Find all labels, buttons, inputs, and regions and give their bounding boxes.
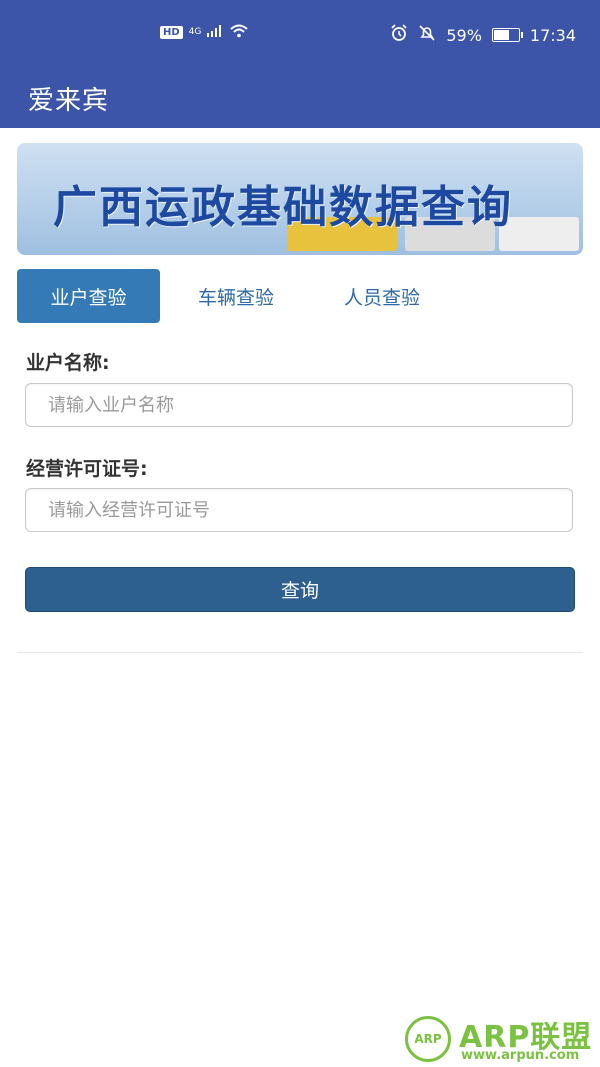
status-right: 59% 17:34 [390,24,576,46]
alarm-icon [390,24,408,46]
owner-name-label: 业户名称: [26,352,110,374]
license-number-label: 经营许可证号: [26,458,148,480]
banner-title: 广西运政基础数据查询 [53,182,513,233]
wifi-icon [229,24,249,41]
tab-personnel-check[interactable]: 人员查验 [313,269,451,323]
banner-image: 广西运政基础数据查询 [17,143,583,255]
query-button[interactable]: 查询 [25,567,575,612]
app-bar: 爱来宾 [0,70,600,128]
tab-vehicle-check[interactable]: 车辆查验 [167,269,305,323]
battery-icon [491,28,523,42]
watermark-badge: ARP [405,1016,451,1062]
status-bar: HD 4G 59% 17:34 [0,0,600,70]
mute-bell-icon [418,24,436,46]
hd-badge: HD [160,26,183,39]
watermark-logo: ARP ARP联盟 www.arpun.com [405,1012,597,1064]
status-left: HD 4G [160,24,249,41]
license-number-input[interactable] [25,488,573,532]
watermark-url: www.arpun.com [461,1048,580,1063]
clock: 17:34 [529,25,576,45]
divider [17,652,583,653]
signal-icon [207,25,223,40]
query-tabs: 业户查验 车辆查验 人员查验 [17,269,583,323]
tab-owner-check[interactable]: 业户查验 [17,269,160,323]
app-title: 爱来宾 [28,86,110,116]
owner-name-input[interactable] [25,383,573,427]
network-label: 4G [188,27,202,37]
battery-percent: 59% [446,25,482,45]
